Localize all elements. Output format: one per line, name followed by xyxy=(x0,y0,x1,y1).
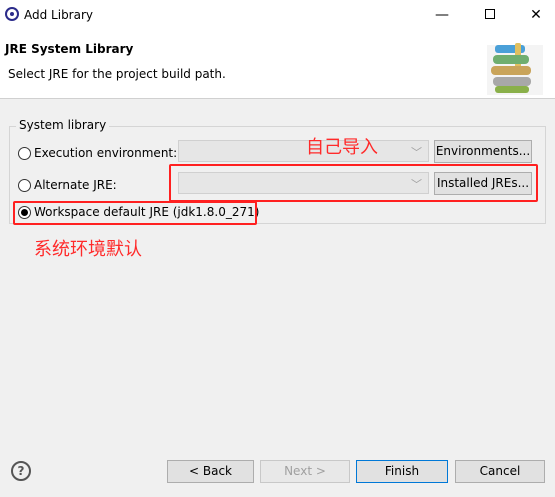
execution-environment-radio[interactable] xyxy=(18,147,31,160)
next-button[interactable]: Next > xyxy=(260,460,350,483)
default-annotation: 系统环境默认 xyxy=(34,239,142,260)
import-highlight-box xyxy=(169,164,538,202)
wizard-banner: JRE System Library Select JRE for the pr… xyxy=(0,31,555,99)
close-button[interactable]: ✕ xyxy=(526,5,546,25)
default-highlight-box xyxy=(13,201,257,225)
help-icon[interactable]: ? xyxy=(11,461,31,481)
content-area: System library Execution environment: ﹀ … xyxy=(0,99,555,449)
title-bar: Add Library — ✕ xyxy=(0,0,555,31)
execution-environment-label[interactable]: Execution environment: xyxy=(34,146,177,160)
finish-button[interactable]: Finish xyxy=(356,460,448,483)
page-title: JRE System Library xyxy=(5,42,134,56)
back-button[interactable]: < Back xyxy=(167,460,254,483)
import-annotation: 自己导入 xyxy=(306,137,378,158)
group-label: System library xyxy=(16,118,110,132)
environments-button[interactable]: Environments... xyxy=(434,140,532,163)
alternate-jre-label[interactable]: Alternate JRE: xyxy=(34,178,117,192)
minimize-button[interactable]: — xyxy=(432,5,452,25)
maximize-button[interactable] xyxy=(480,5,500,25)
cancel-button[interactable]: Cancel xyxy=(455,460,545,483)
button-bar: ? < Back Next > Finish Cancel xyxy=(0,449,555,497)
eclipse-icon xyxy=(5,7,19,21)
execution-environment-select[interactable]: ﹀ xyxy=(178,140,429,162)
chevron-down-icon: ﹀ xyxy=(411,146,422,159)
library-books-icon xyxy=(487,43,543,95)
maximize-icon xyxy=(485,9,495,19)
window-title: Add Library xyxy=(24,8,94,22)
page-description: Select JRE for the project build path. xyxy=(8,67,226,81)
alternate-jre-radio[interactable] xyxy=(18,179,31,192)
